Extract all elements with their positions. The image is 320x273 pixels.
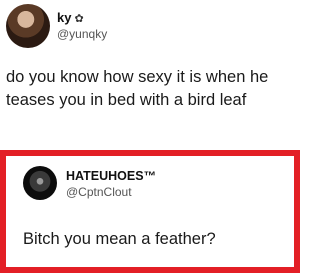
display-name[interactable]: HATEUHOES™	[66, 169, 156, 184]
display-name-text: ky	[57, 10, 72, 25]
tweet-text: do you know how sexy it is when he tease…	[6, 68, 269, 109]
quoted-reply-card[interactable]: HATEUHOES™ @CptnClout Bitch you mean a f…	[0, 150, 300, 273]
reply-text: Bitch you mean a feather?	[23, 230, 216, 248]
username[interactable]: @CptnClout	[66, 185, 132, 199]
avatar[interactable]	[6, 4, 50, 48]
avatar[interactable]	[23, 166, 57, 200]
flower-icon: ✿	[74, 13, 84, 25]
original-tweet: ky ✿ @yunqky do you know how sexy it is w…	[0, 0, 300, 150]
username[interactable]: @yunqky	[57, 27, 107, 41]
display-name[interactable]: ky ✿	[57, 10, 84, 27]
